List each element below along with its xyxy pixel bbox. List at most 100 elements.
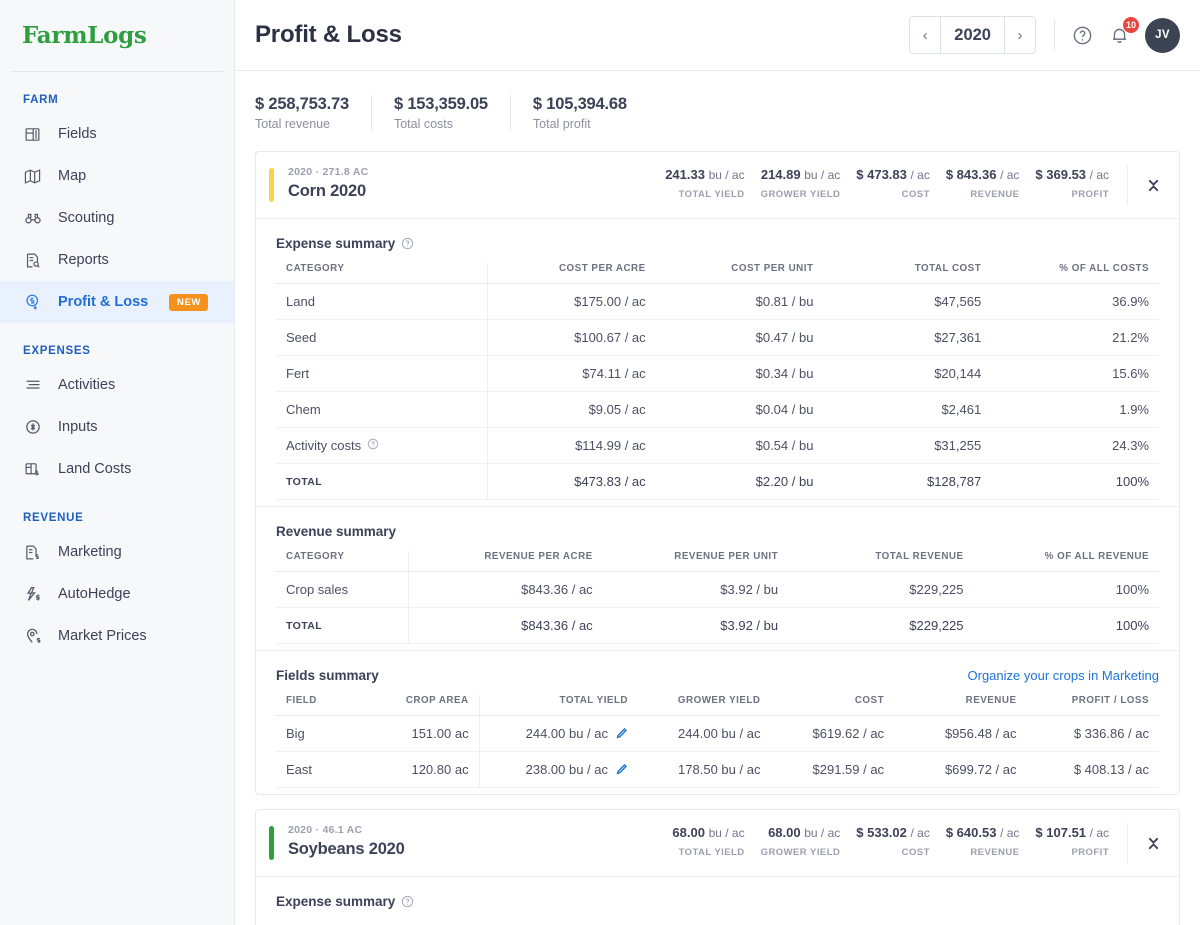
- sidebar-item-land-costs[interactable]: Land Costs: [0, 448, 234, 490]
- stat-label: Total profit: [532, 117, 591, 131]
- cell-pct: 21.2%: [991, 319, 1159, 356]
- sidebar-item-activities[interactable]: Activities: [0, 364, 234, 406]
- metric-value: 68.00: [768, 825, 801, 840]
- bell-icon[interactable]: 10: [1106, 17, 1139, 48]
- organize-crops-link[interactable]: Organize your crops in Marketing: [968, 668, 1159, 683]
- fields-summary-section: Fields summary Organize your crops in Ma…: [256, 650, 1179, 794]
- section-head: Expense summary: [276, 236, 1159, 251]
- crop-title-wrap: 2020 · 271.8 AC Corn 2020: [274, 152, 368, 218]
- cell-field-link[interactable]: East: [276, 751, 356, 788]
- cell-revenue: $956.48 / ac: [894, 715, 1027, 752]
- cell-cost: $619.62 / ac: [770, 715, 895, 752]
- sidebar-item-inputs[interactable]: Inputs: [0, 406, 234, 448]
- section-title: Expense summary: [276, 894, 396, 909]
- crop-meta: 2020 · 271.8 AC: [288, 166, 369, 178]
- table-header-row: FIELD CROP AREA TOTAL YIELD GROWER YIELD…: [276, 695, 1159, 716]
- cell-pct: 100%: [991, 463, 1159, 500]
- cell-profit-loss: $ 408.13 / ac: [1026, 751, 1159, 788]
- cell-crop-area: 120.80 ac: [355, 751, 480, 788]
- sidebar-item-marketing[interactable]: Marketing: [0, 531, 234, 573]
- market-prices-icon: [23, 627, 42, 646]
- crop-card-header[interactable]: 2020 · 46.1 AC Soybeans 2020 68.00 bu / …: [256, 810, 1179, 876]
- sidebar-item-autohedge[interactable]: AutoHedge: [0, 573, 234, 615]
- cell-revenue: $699.72 / ac: [894, 751, 1027, 788]
- avatar[interactable]: JV: [1145, 17, 1180, 53]
- crop-metrics: 68.00 bu / ac TOTAL YIELD 68.00 bu / ac …: [656, 810, 1109, 876]
- logo[interactable]: FarmLogs: [0, 0, 234, 71]
- sidebar-item-label: Fields: [58, 126, 97, 142]
- crop-card-corn: 2020 · 271.8 AC Corn 2020 241.33 bu / ac…: [255, 151, 1180, 795]
- metric-unit: / ac: [1000, 826, 1020, 840]
- sidebar-item-map[interactable]: Map: [0, 155, 234, 197]
- metric-total-yield: 241.33 bu / ac TOTAL YIELD: [649, 167, 744, 200]
- stat-value: $ 153,359.05: [393, 95, 488, 113]
- activities-icon: [23, 376, 42, 395]
- cell-crop-sales-link[interactable]: Crop sales: [276, 571, 409, 608]
- year-value[interactable]: 2020: [940, 17, 1005, 53]
- help-circle-icon[interactable]: [1069, 22, 1095, 48]
- cell-cost-per-unit: $0.34 / bu: [655, 355, 824, 392]
- main-content: Profit & Loss ‹ 2020 › 10 JV $ 258,753.7…: [235, 0, 1200, 925]
- cell-field-link[interactable]: Big: [276, 715, 356, 752]
- sidebar-item-market-prices[interactable]: Market Prices: [0, 615, 234, 657]
- metric-label: COST: [901, 189, 930, 200]
- metric-value: $ 107.51: [1035, 825, 1087, 840]
- sidebar-item-label: Market Prices: [58, 628, 147, 644]
- column-header: TOTAL COST: [823, 263, 992, 284]
- crop-title-wrap: 2020 · 46.1 AC Soybeans 2020: [274, 810, 405, 876]
- metric-value: 68.00: [672, 825, 705, 840]
- metric-label: TOTAL YIELD: [678, 189, 745, 200]
- info-icon[interactable]: [401, 895, 414, 908]
- cell-pct: 15.6%: [991, 355, 1159, 392]
- sidebar-item-profit-loss[interactable]: Profit & Loss NEW: [0, 281, 234, 323]
- expense-summary-section: Expense summary: [256, 876, 1179, 925]
- cell-cost-per-acre: $175.00 / ac: [487, 283, 656, 320]
- cell-revenue-per-acre: $843.36 / ac: [407, 607, 603, 644]
- table-row: Activity costs $114.99 / ac $0.54 / bu $…: [276, 427, 1159, 464]
- table-row: Crop sales $843.36 / ac $3.92 / bu $229,…: [276, 571, 1159, 608]
- metric-value: 214.89: [760, 167, 801, 182]
- app-root: FarmLogs FARM Fields Map Scouting Report…: [0, 0, 1200, 925]
- revenue-summary-table: CATEGORY REVENUE PER ACRE REVENUE PER UN…: [276, 551, 1159, 644]
- cell-total-yield-text: 238.00 bu / ac: [525, 762, 609, 777]
- sidebar-item-label: Inputs: [58, 419, 98, 435]
- crop-name: Corn 2020: [288, 182, 366, 200]
- prev-year-button[interactable]: ‹: [910, 17, 941, 53]
- cell-grower-yield: 178.50 bu / ac: [638, 751, 771, 788]
- cell-cost-per-acre: $473.83 / ac: [487, 463, 656, 500]
- metric-value: $ 369.53: [1035, 167, 1087, 182]
- sidebar-item-label: Profit & Loss: [58, 294, 149, 310]
- cell-pct: 100%: [973, 571, 1159, 608]
- metric-profit: $ 369.53 / ac PROFIT: [1019, 167, 1109, 200]
- column-header: GROWER YIELD: [638, 695, 771, 716]
- report-icon: [23, 251, 42, 270]
- fields-summary-table: FIELD CROP AREA TOTAL YIELD GROWER YIELD…: [276, 695, 1159, 788]
- section-title: Expense summary: [276, 236, 396, 251]
- metric-label: GROWER YIELD: [760, 847, 841, 858]
- edit-pencil-icon[interactable]: [615, 763, 628, 776]
- cell-revenue-per-unit: $3.92 / bu: [602, 607, 789, 644]
- topbar-divider: [1054, 19, 1055, 51]
- sidebar-item-label: AutoHedge: [58, 586, 131, 602]
- info-icon[interactable]: [367, 438, 379, 450]
- stat-value: $ 105,394.68: [532, 95, 627, 113]
- collapse-card-button[interactable]: [1127, 165, 1179, 205]
- collapse-card-button[interactable]: [1127, 823, 1179, 863]
- cell-total-cost: $47,565: [823, 283, 992, 320]
- sidebar-item-fields[interactable]: Fields: [0, 113, 234, 155]
- stat-label: Total costs: [393, 117, 454, 131]
- metric-total-yield: 68.00 bu / ac TOTAL YIELD: [656, 825, 744, 858]
- sidebar-item-reports[interactable]: Reports: [0, 239, 234, 281]
- next-year-button[interactable]: ›: [1005, 17, 1035, 53]
- sidebar: FarmLogs FARM Fields Map Scouting Report…: [0, 0, 235, 925]
- column-header: CATEGORY: [276, 263, 488, 284]
- crop-card-header[interactable]: 2020 · 271.8 AC Corn 2020 241.33 bu / ac…: [256, 152, 1179, 218]
- cell-pct: 24.3%: [991, 427, 1159, 464]
- edit-pencil-icon[interactable]: [615, 727, 628, 740]
- sidebar-item-scouting[interactable]: Scouting: [0, 197, 234, 239]
- table-header-row: CATEGORY REVENUE PER ACRE REVENUE PER UN…: [276, 551, 1159, 572]
- info-icon[interactable]: [401, 237, 414, 250]
- cell-category: Fert: [276, 355, 488, 392]
- metric-label: REVENUE: [970, 189, 1020, 200]
- map-icon: [23, 167, 42, 186]
